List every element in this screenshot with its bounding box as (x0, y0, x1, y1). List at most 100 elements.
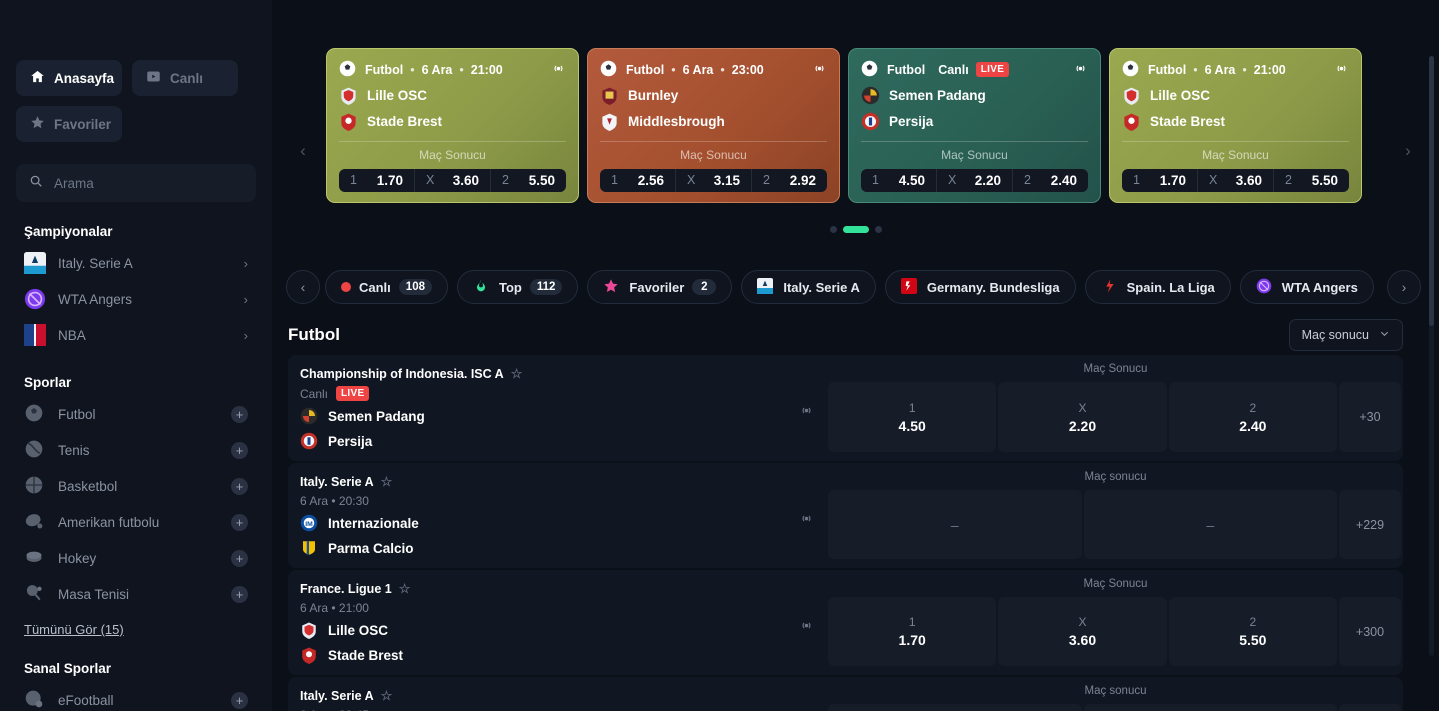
odd-button[interactable]: X 3.60 (414, 168, 490, 192)
odd-key: 2 (763, 173, 770, 188)
sidebar-sport-tenis[interactable]: Tenis + (16, 432, 256, 468)
add-sport-button[interactable]: + (231, 691, 248, 709)
add-sport-button[interactable]: + (231, 477, 248, 495)
odd-key: 1 (350, 173, 357, 188)
carousel-dot[interactable] (874, 226, 882, 233)
chip-favoriler[interactable]: Favoriler 2 (587, 270, 733, 304)
fire-icon (473, 278, 491, 296)
sidebar-sport-hokey[interactable]: Hokey + (16, 540, 256, 576)
odd-button[interactable]: X 2.20 (998, 382, 1167, 452)
add-sport-button[interactable]: + (231, 513, 248, 531)
add-sport-button[interactable]: + (231, 405, 248, 423)
carousel-dot-active[interactable] (842, 226, 869, 233)
chevron-right-icon: › (243, 255, 248, 271)
sidebar-champion-wta-angers[interactable]: WTA Angers › (16, 281, 256, 317)
chip-spain-la-liga[interactable]: Spain. La Liga (1084, 270, 1231, 304)
featured-card[interactable]: Futbol • 6 Ara • 21:00 Lille OSC Stade B… (326, 48, 579, 203)
chip-canli[interactable]: Canlı 108 (325, 270, 448, 304)
card-away-team: Middlesbrough (600, 112, 827, 131)
page-scrollbar[interactable] (1429, 56, 1434, 656)
sidebar-item-canli[interactable]: Canlı (132, 60, 238, 96)
odd-button[interactable]: 1 1.70 (1122, 169, 1197, 192)
chip-germany-bundesliga[interactable]: Germany. Bundesliga (884, 270, 1076, 304)
sidebar-champion-serie-a[interactable]: Italy. Serie A › (16, 245, 256, 281)
favorite-star-icon[interactable]: ☆ (399, 581, 411, 597)
odd-button[interactable]: 2 5.50 (1273, 168, 1349, 192)
carousel-next-button[interactable]: › (1395, 121, 1421, 181)
stream-icon[interactable] (799, 403, 814, 423)
add-sport-button[interactable]: + (231, 441, 248, 459)
carousel-prev-button[interactable]: ‹ (290, 121, 316, 181)
odd-button[interactable]: 2 2.40 (1012, 168, 1088, 192)
odd-button[interactable]: X 2.20 (936, 168, 1012, 192)
odd-button[interactable]: X 3.15 (675, 168, 751, 192)
table-row[interactable]: Championship of Indonesia. ISC A ☆ Canlı… (288, 355, 1403, 461)
favorite-star-icon[interactable]: ☆ (381, 688, 393, 704)
table-row[interactable]: Italy. Serie A ☆ 6 Ara • 20:30 IM Intern… (288, 463, 1403, 568)
table-row[interactable]: Italy. Serie A ☆ 6 Ara • 22:45 Atalanta (288, 677, 1403, 711)
football-icon (339, 60, 358, 79)
away-team: Persija (300, 432, 816, 451)
featured-card[interactable]: Futbol • 6 Ara • 23:00 Burnley Middlesbr… (587, 48, 840, 203)
odd-button[interactable]: 2 2.40 (1168, 382, 1337, 452)
chip-top[interactable]: Top 112 (456, 270, 579, 304)
chip-wta-angers[interactable]: WTA Angers (1239, 270, 1374, 304)
odd-button[interactable]: 2 5.50 (490, 168, 566, 192)
odd-button[interactable]: 2 2.92 (751, 168, 827, 192)
more-markets-button[interactable]: +30 (1338, 382, 1401, 452)
favorite-star-icon[interactable]: ☆ (381, 474, 393, 490)
sidebar-champion-nba[interactable]: NBA › (16, 317, 256, 353)
more-markets-button[interactable]: +232 (1339, 704, 1401, 711)
more-markets-button[interactable]: +300 (1338, 597, 1401, 666)
chips-prev-button[interactable]: ‹ (286, 270, 320, 304)
odd-key: 1 (908, 615, 916, 629)
favorite-star-icon[interactable]: ☆ (511, 366, 523, 382)
table-row[interactable]: France. Ligue 1 ☆ 6 Ara • 21:00 Lille OS… (288, 570, 1403, 675)
odd-button[interactable]: X 3.60 (1197, 168, 1273, 192)
sidebar-item-anasayfa[interactable]: Anasayfa (16, 60, 122, 96)
stream-icon[interactable] (1334, 61, 1349, 79)
chip-italy-serie-a[interactable]: Italy. Serie A (741, 270, 876, 304)
sidebar-virtual-efootball[interactable]: eFootball + (16, 682, 256, 711)
odd-button[interactable]: 1 1.70 (828, 597, 997, 666)
add-sport-button[interactable]: + (231, 549, 248, 567)
stream-icon[interactable] (1073, 61, 1088, 79)
featured-card[interactable]: Futbol Canlı LIVE Semen Padang Persija M… (848, 48, 1101, 203)
odd-button[interactable]: 1 1.70 (339, 169, 414, 192)
search-box[interactable] (16, 164, 256, 202)
odd-button[interactable]: 2 5.50 (1168, 597, 1337, 666)
league-name-row: Italy. Serie A ☆ (300, 688, 816, 704)
sidebar-sport-masa-tenisi[interactable]: Masa Tenisi + (16, 576, 256, 612)
odd-button[interactable]: 1 2.56 (600, 169, 675, 192)
card-header: Futbol Canlı LIVE (861, 60, 1088, 79)
market-select[interactable]: Maç sonucu (1288, 319, 1403, 351)
odd-button[interactable]: 1 4.50 (861, 169, 936, 192)
stream-icon[interactable] (799, 511, 814, 531)
odd-button[interactable]: – (1083, 490, 1337, 559)
chip-label: Canlı (359, 279, 391, 295)
stream-icon[interactable] (799, 618, 814, 638)
stream-icon[interactable] (812, 61, 827, 79)
sidebar-sport-basketbol[interactable]: Basketbol + (16, 468, 256, 504)
sidebar-item-favoriler[interactable]: Favoriler (16, 106, 122, 142)
odd-button[interactable]: – (828, 704, 1082, 711)
sidebar-sport-futbol[interactable]: Futbol + (16, 396, 256, 432)
odd-button[interactable]: – (828, 490, 1082, 559)
scrollbar-thumb[interactable] (1429, 56, 1434, 326)
search-input[interactable] (54, 175, 243, 191)
sidebar-sport-amerikan-futbolu[interactable]: Amerikan futbolu + (16, 504, 256, 540)
odd-key: 1 (1133, 173, 1140, 188)
card-sep: • (671, 62, 676, 77)
more-markets-button[interactable]: +229 (1339, 490, 1401, 559)
efootball-icon (24, 689, 46, 711)
see-all-sports-link[interactable]: Tümünü Gör (15) (24, 622, 124, 637)
add-sport-button[interactable]: + (231, 585, 248, 603)
odd-button[interactable]: 1 4.50 (828, 382, 997, 452)
chips-next-button[interactable]: › (1387, 270, 1421, 304)
featured-card[interactable]: Futbol • 6 Ara • 21:00 Lille OSC Stade B… (1109, 48, 1362, 203)
odd-button[interactable]: X 3.60 (998, 597, 1167, 666)
stream-icon[interactable] (551, 61, 566, 79)
card-time: 21:00 (1253, 62, 1286, 77)
carousel-dot[interactable] (829, 226, 837, 233)
odd-button[interactable]: – (1083, 704, 1337, 711)
